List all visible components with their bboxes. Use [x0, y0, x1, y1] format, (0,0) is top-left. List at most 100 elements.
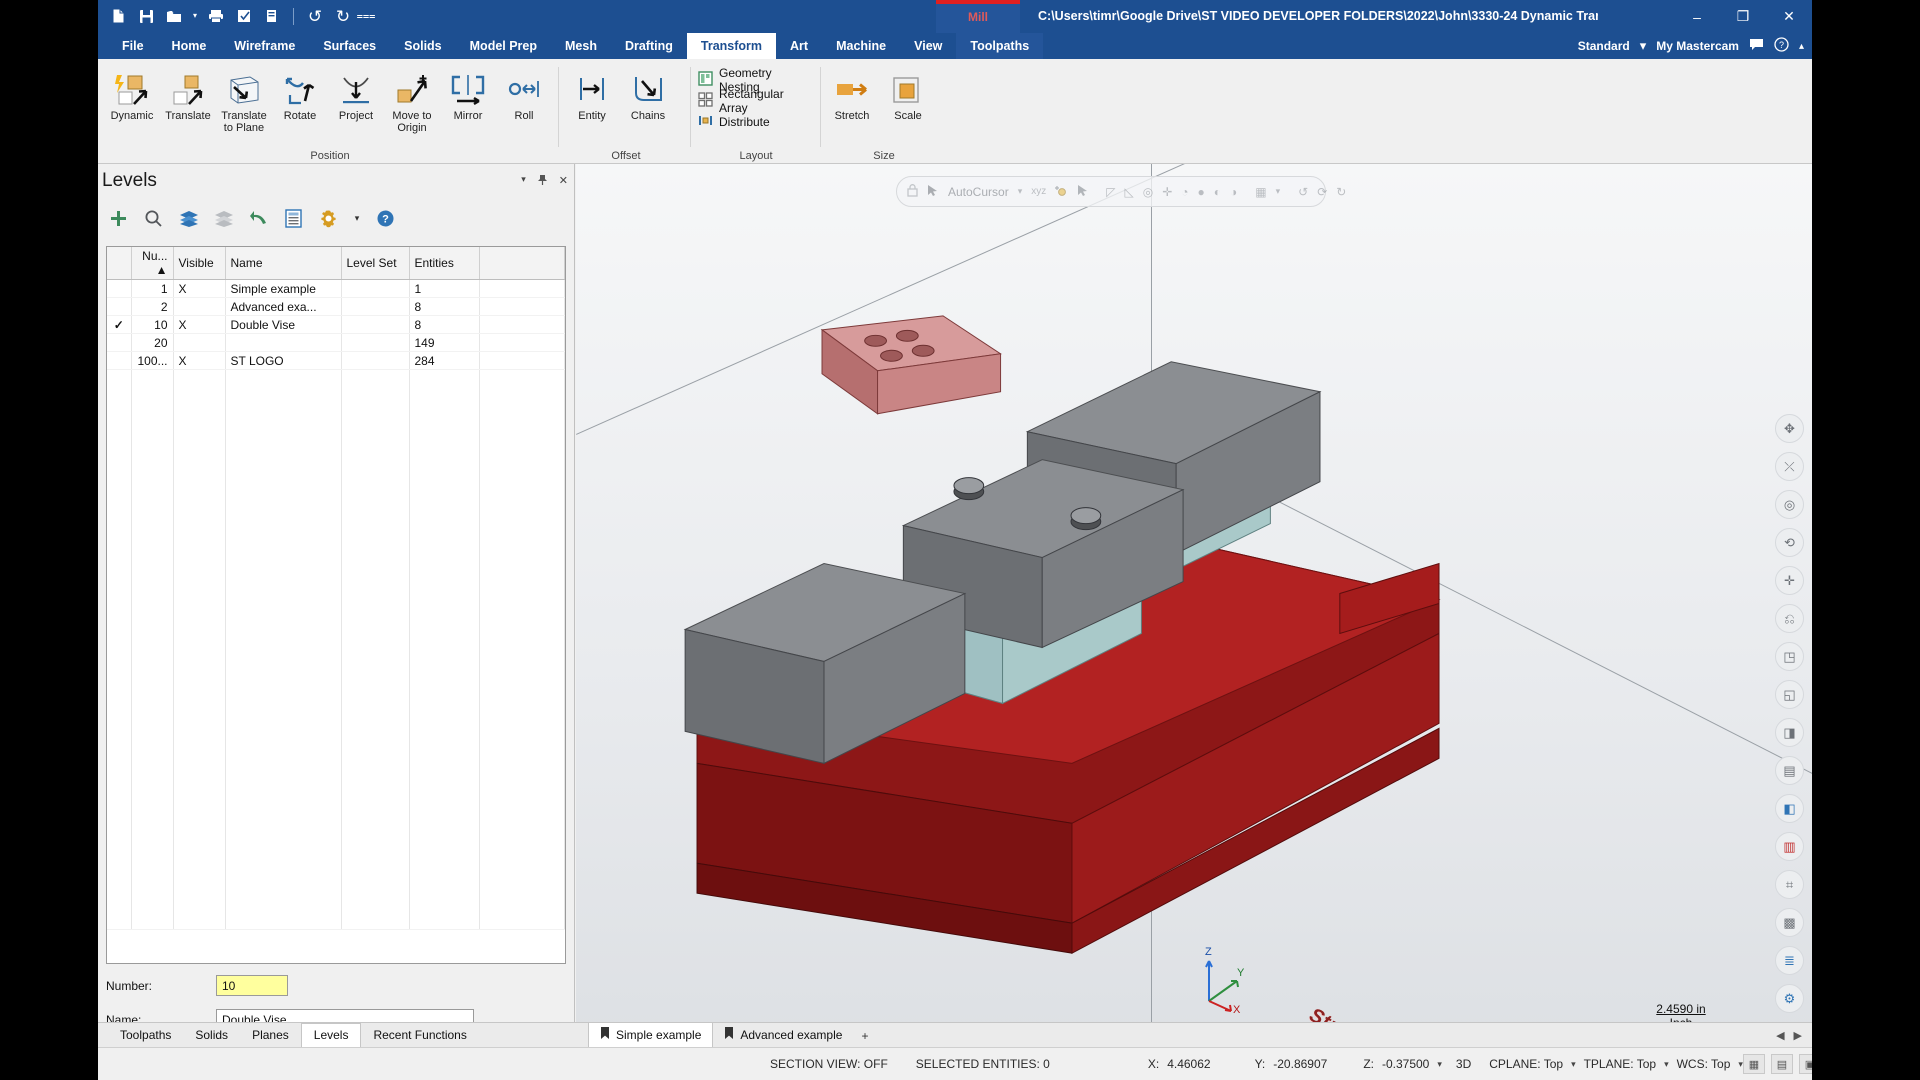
cplane-dropdown-icon[interactable]: ▾	[1571, 1059, 1576, 1070]
chat-icon[interactable]	[1749, 38, 1764, 54]
open-folder-icon[interactable]	[162, 3, 186, 29]
wireframe-icon[interactable]: ▤	[1775, 756, 1804, 785]
tplane-dropdown-icon[interactable]: ▾	[1664, 1059, 1669, 1070]
front-view-icon[interactable]: ◱	[1775, 680, 1804, 709]
my-mastercam-label[interactable]: My Mastercam	[1656, 39, 1739, 53]
open-dropdown-icon[interactable]: ▾	[190, 3, 200, 29]
view-tab-simple-example[interactable]: Simple example	[588, 1022, 714, 1047]
panel-dropdown-icon[interactable]: ▾	[521, 174, 526, 189]
section-view-status[interactable]: SECTION VIEW: OFF	[770, 1057, 888, 1071]
tab-nav-prev-icon[interactable]: ◀	[1776, 1029, 1784, 1042]
fit-icon[interactable]: ✥	[1775, 414, 1804, 443]
table-row[interactable]: ✓ 10 X Double Vise 8	[107, 315, 565, 334]
column-header-number[interactable]: Nu... ▲	[131, 247, 174, 280]
tplane-status[interactable]: TPLANE: Top	[1584, 1057, 1656, 1071]
offset-chains-button[interactable]: Chains	[620, 65, 676, 122]
minimize-button[interactable]: –	[1674, 0, 1720, 33]
table-row[interactable]: 20 149	[107, 333, 565, 352]
ribbon-tab-model-prep[interactable]: Model Prep	[456, 33, 551, 59]
stretch-button[interactable]: Stretch	[824, 65, 880, 122]
move-to-origin-button[interactable]: Move to Origin	[384, 65, 440, 134]
ribbon-tab-file[interactable]: File	[108, 33, 158, 59]
ribbon-tab-art[interactable]: Art	[776, 33, 822, 59]
undo-icon[interactable]: ↺	[303, 3, 327, 29]
undo-level-icon[interactable]	[246, 206, 271, 231]
table-row[interactable]: 1 X Simple example 1	[107, 279, 565, 298]
level-manager-icon[interactable]	[281, 206, 306, 231]
panel-tab-toolpaths[interactable]: Toolpaths	[108, 1024, 183, 1047]
find-level-icon[interactable]	[141, 206, 166, 231]
dynamic-button[interactable]: Dynamic	[104, 65, 160, 134]
column-header-extra[interactable]	[479, 247, 565, 280]
ribbon-tab-wireframe[interactable]: Wireframe	[220, 33, 309, 59]
dynamic-rotate-icon[interactable]: ⟲	[1775, 528, 1804, 557]
hide-levels-icon[interactable]	[211, 206, 236, 231]
redo-icon[interactable]: ↻	[331, 3, 355, 29]
column-header-level_set[interactable]: Level Set	[341, 247, 410, 280]
status-list-icon[interactable]: ▤	[1770, 1054, 1793, 1074]
tab-nav-next-icon[interactable]: ▶	[1794, 1029, 1802, 1042]
mirror-button[interactable]: Mirror	[440, 65, 496, 134]
close-button[interactable]: ✕	[1766, 0, 1812, 33]
status-grid-icon[interactable]: ▦	[1742, 1054, 1765, 1074]
settings-dropdown-icon[interactable]: ▾	[351, 206, 363, 231]
translate-button[interactable]: Translate	[160, 65, 216, 134]
shaded-icon[interactable]: ◧	[1775, 794, 1804, 823]
ribbon-tab-solids[interactable]: Solids	[390, 33, 456, 59]
ribbon-tab-drafting[interactable]: Drafting	[611, 33, 687, 59]
dimension-mode[interactable]: 3D	[1456, 1057, 1471, 1071]
zoom-target-icon[interactable]: ◎	[1775, 490, 1804, 519]
rectangular-array-button[interactable]: Rectangular Array	[694, 87, 818, 115]
panel-pin-icon[interactable]	[537, 174, 548, 189]
ribbon-tab-view[interactable]: View	[900, 33, 956, 59]
wcs-status[interactable]: WCS: Top	[1677, 1057, 1731, 1071]
blank-icon[interactable]: ▩	[1775, 908, 1804, 937]
ribbon-tab-transform[interactable]: Transform	[686, 33, 777, 59]
ribbon-tab-machine[interactable]: Machine	[822, 33, 900, 59]
levels-table-container[interactable]: Nu... ▲ Visible Name Level Set Entities 1 X Si…	[106, 246, 566, 964]
maximize-button[interactable]: ❐	[1720, 0, 1766, 33]
cplane-status[interactable]: CPLANE: Top	[1489, 1057, 1563, 1071]
z-dropdown-icon[interactable]: ▾	[1437, 1059, 1442, 1070]
ribbon-tab-surfaces[interactable]: Surfaces	[309, 33, 390, 59]
column-header-check[interactable]	[107, 247, 132, 280]
project-button[interactable]: Project	[328, 65, 384, 134]
save-icon[interactable]	[134, 3, 158, 29]
mesh-icon[interactable]: ⌗	[1775, 870, 1804, 899]
account-caret-icon[interactable]: ▾	[1640, 38, 1647, 54]
rotate-button[interactable]: Rotate	[272, 65, 328, 134]
top-view-icon[interactable]: ◳	[1775, 642, 1804, 671]
new-file-icon[interactable]	[106, 3, 130, 29]
show-all-levels-icon[interactable]	[176, 206, 201, 231]
add-level-icon[interactable]	[106, 206, 131, 231]
column-header-visible[interactable]: Visible	[173, 247, 226, 280]
status-panel-icon[interactable]: ▣	[1798, 1054, 1812, 1074]
help-icon[interactable]: ?	[1774, 37, 1789, 55]
panel-close-icon[interactable]: ✕	[559, 174, 568, 189]
right-view-icon[interactable]: ◨	[1775, 718, 1804, 747]
pan-icon[interactable]: ✛	[1775, 566, 1804, 595]
section-icon[interactable]: ▥	[1775, 832, 1804, 861]
collapse-ribbon-icon[interactable]: ▴	[1799, 41, 1804, 52]
layers-icon[interactable]: ≣	[1775, 946, 1804, 975]
panel-tab-solids[interactable]: Solids	[183, 1024, 240, 1047]
panel-tab-planes[interactable]: Planes	[240, 1024, 301, 1047]
graphics-viewport[interactable]: AutoCursor ▾ xyz ◸ ◺ ◎ ✛ ◔ ● ◐ ◑ ▦ ▾ ↺ ⟳…	[576, 164, 1812, 1079]
isometric-icon[interactable]: ⎌	[1775, 604, 1804, 633]
add-view-tab-button[interactable]: +	[853, 1025, 876, 1047]
offset-entity-button[interactable]: Entity	[564, 65, 620, 122]
roll-button[interactable]: Roll	[496, 65, 552, 134]
print-icon[interactable]	[204, 3, 228, 29]
ribbon-tab-mesh[interactable]: Mesh	[551, 33, 611, 59]
customize-qat-icon[interactable]: ⩶	[357, 3, 376, 29]
column-header-entities[interactable]: Entities	[409, 247, 480, 280]
level-settings-icon[interactable]	[316, 206, 341, 231]
ribbon-tab-toolpaths[interactable]: Toolpaths	[956, 33, 1044, 59]
table-row[interactable]: 2 Advanced exa... 8	[107, 297, 565, 316]
panel-tab-recent-functions[interactable]: Recent Functions	[361, 1024, 478, 1047]
number-input[interactable]: 10	[216, 975, 288, 996]
scale-button[interactable]: Scale	[880, 65, 936, 122]
zoom-window-icon[interactable]	[260, 3, 284, 29]
settings-gear-icon[interactable]: ⚙	[1775, 984, 1804, 1013]
translate-to-plane-button[interactable]: Translate to Plane	[216, 65, 272, 134]
